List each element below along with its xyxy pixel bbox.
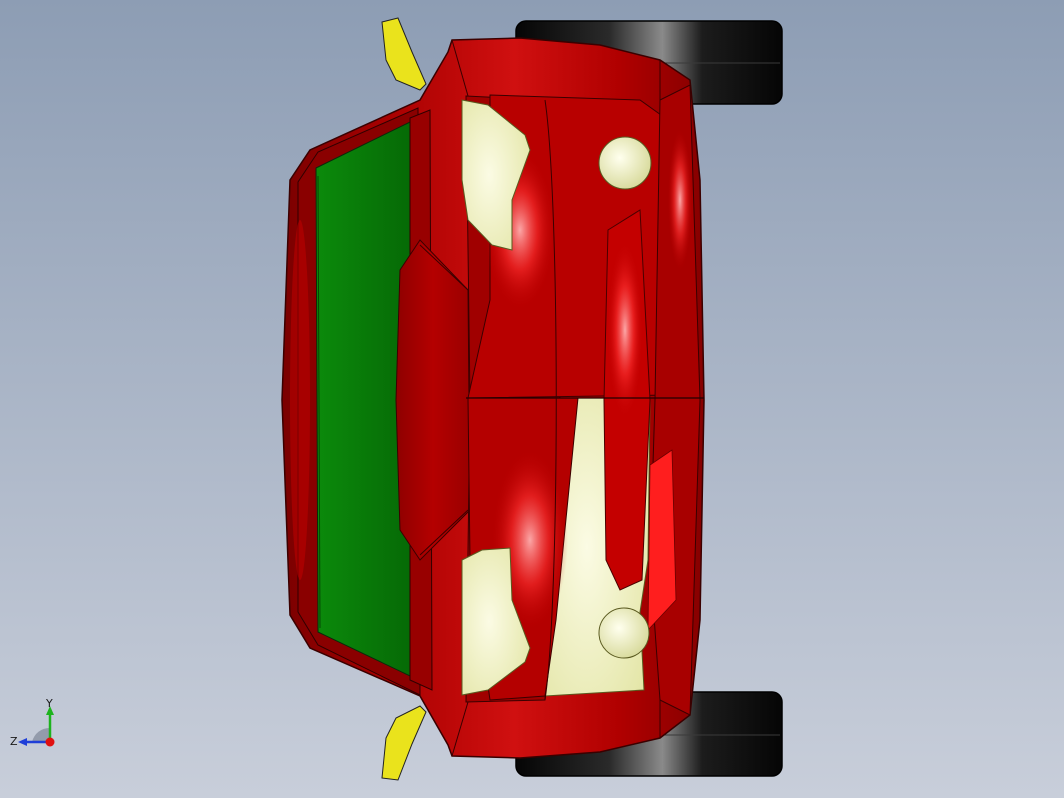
car-model-front-view[interactable]: [0, 0, 1064, 798]
triad-graphic: [18, 706, 55, 747]
axis-triad: Y Z: [6, 698, 62, 758]
fog-lamp-top: [598, 136, 652, 190]
y-axis-label: Y: [46, 697, 53, 710]
x-axis-dot: [45, 737, 55, 747]
turn-signal: [647, 449, 677, 632]
hood: [395, 239, 471, 561]
z-axis-arrow: [18, 738, 27, 746]
fog-lamp-bottom: [598, 607, 650, 659]
3d-viewport[interactable]: Y Z: [0, 0, 1064, 798]
z-axis-label: Z: [10, 735, 18, 748]
